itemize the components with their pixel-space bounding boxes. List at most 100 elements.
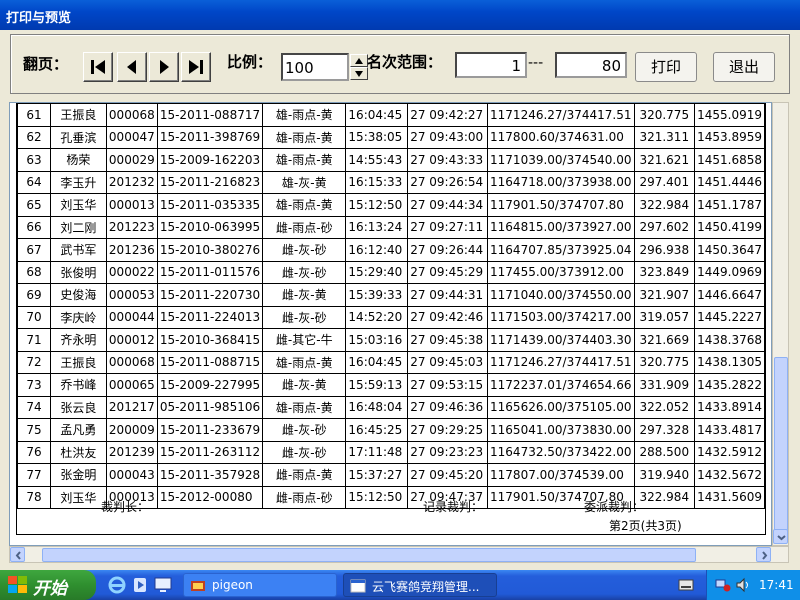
internet-explorer-icon[interactable] [108,576,126,594]
window-titlebar: 打印与预览 [0,0,800,30]
table-cell: 1438.3768 [694,328,765,352]
table-cell: 1451.6858 [694,148,765,172]
table-cell: 27 09:44:31 [407,283,489,307]
table-cell: 张金明 [50,463,107,487]
table-cell: 27 09:27:11 [407,215,489,239]
first-page-button[interactable] [83,52,113,82]
scale-spinner[interactable] [350,54,368,80]
range-label: 名次范围： [367,53,443,71]
horizontal-scrollbar[interactable] [9,546,789,563]
keyboard-icon[interactable] [678,578,694,592]
table-cell: 14:52:20 [345,305,409,329]
exit-button[interactable]: 退出 [713,52,775,82]
table-cell: 27 09:45:29 [407,260,489,284]
table-cell: 15-2011-088717 [156,103,264,127]
table-cell: 321.311 [633,125,696,149]
table-cell: 雌-灰-黄 [262,283,347,307]
table-cell: 15-2011-263112 [156,440,264,464]
table-cell: 15-2010-380276 [156,238,264,262]
scroll-left-button[interactable] [10,547,25,562]
next-page-button[interactable] [149,52,179,82]
range-to-input[interactable]: 80 [555,52,627,78]
table-row: 69 史俊海 000053 15-2011-220730 雌-灰-黄 15:39:33 27… [17,283,765,307]
table-cell: 117455.00/373912.00 [487,260,635,284]
range-separator: --- [528,55,544,71]
network-icon[interactable] [715,577,731,593]
desktop-icon[interactable] [154,576,172,594]
table-cell: 15-2011-216823 [156,170,264,194]
volume-icon[interactable] [735,577,751,593]
window-app-icon [350,579,366,593]
table-cell: 27 09:26:54 [407,170,489,194]
table-cell: 15-2011-088715 [156,350,264,374]
table-cell: 1432.5672 [694,463,765,487]
table-cell: 27 09:45:38 [407,328,489,352]
table-row: 63 杨荣 000029 15-2009-162203 雄-雨点-黄 14:55:43 27… [17,148,765,172]
ranking-table: 61 王振良 000068 15-2011-088717 雄-雨点-黄 16:04:45 2… [17,103,765,509]
table-cell: 117800.60/374631.00 [487,125,635,149]
table-cell: 15:38:05 [345,125,409,149]
scroll-down-button[interactable] [773,529,788,544]
table-cell: 15:37:27 [345,463,409,487]
table-cell: 雄-雨点-黄 [262,193,347,217]
table-cell: 1431.5609 [694,485,765,509]
scale-input[interactable]: 100 [281,53,349,81]
taskbar-item-manager-label: 云飞赛鸽竞翔管理... [372,580,480,594]
media-player-icon[interactable] [132,576,148,594]
table-cell: 雌-灰-砂 [262,260,347,284]
table-cell: 117807.00/374539.00 [487,463,635,487]
table-cell: 75 [17,418,51,442]
table-cell: 1453.8959 [694,125,765,149]
clock: 17:41 [759,578,794,592]
table-cell: 1171246.27/374417.51 [487,350,635,374]
scroll-right-button[interactable] [756,547,771,562]
last-page-button[interactable] [181,52,211,82]
table-cell: 15-2009-227995 [156,373,264,397]
taskbar-item-pigeon[interactable]: pigeon [183,573,337,597]
table-cell: 1171503.00/374217.00 [487,305,635,329]
table-cell: 27 09:43:00 [407,125,489,149]
table-cell: 16:45:25 [345,418,409,442]
next-page-icon [160,60,169,74]
table-cell: 15:59:13 [345,373,409,397]
table-cell: 15-2011-011576 [156,260,264,284]
prev-page-button[interactable] [117,52,147,82]
table-cell: 288.500 [633,440,696,464]
scale-down-button[interactable] [350,67,368,80]
table-cell: 77 [17,463,51,487]
table-cell: 1171039.00/374540.00 [487,148,635,172]
table-cell: 296.938 [633,238,696,262]
table-cell: 雌-雨点-砂 [262,215,347,239]
table-cell: 000022 [105,260,158,284]
table-cell: 201236 [105,238,158,262]
table-cell: 15-2010-368415 [156,328,264,352]
start-button[interactable]: 开始 [0,570,96,600]
table-cell: 65 [17,193,51,217]
table-cell: 201232 [105,170,158,194]
last-page-icon [189,60,203,74]
table-cell: 320.775 [633,103,696,127]
table-cell: 王振良 [50,350,107,374]
table-row: 65 刘玉华 000013 15-2011-035335 雄-雨点-黄 15:12:50 2… [17,193,765,217]
table-cell: 15:12:50 [345,193,409,217]
table-cell: 000044 [105,305,158,329]
table-cell: 15:12:50 [345,485,409,509]
table-cell: 1164815.00/373927.00 [487,215,635,239]
table-row: 76 杜洪友 201239 15-2011-263112 雌-灰-砂 17:11:48 27… [17,440,765,464]
range-from-input[interactable]: 1 [455,52,527,78]
table-cell: 1433.8914 [694,395,765,419]
page-info: 第2页(共3页) [609,519,682,533]
taskbar-item-manager[interactable]: 云飞赛鸽竞翔管理... [343,573,497,597]
vertical-scroll-thumb[interactable] [774,357,788,537]
table-cell: 雌-灰-黄 [262,373,347,397]
table-row: 70 李庆岭 000044 15-2011-224013 雌-灰-砂 14:52:20 27… [17,305,765,329]
table-cell: 000053 [105,283,158,307]
table-cell: 201217 [105,395,158,419]
horizontal-scroll-thumb[interactable] [42,548,696,562]
table-cell: 16:15:33 [345,170,409,194]
vertical-scrollbar[interactable] [772,102,789,546]
print-button[interactable]: 打印 [635,52,697,82]
table-cell: 000047 [105,125,158,149]
scale-up-button[interactable] [350,54,368,67]
table-cell: 1450.3647 [694,238,765,262]
